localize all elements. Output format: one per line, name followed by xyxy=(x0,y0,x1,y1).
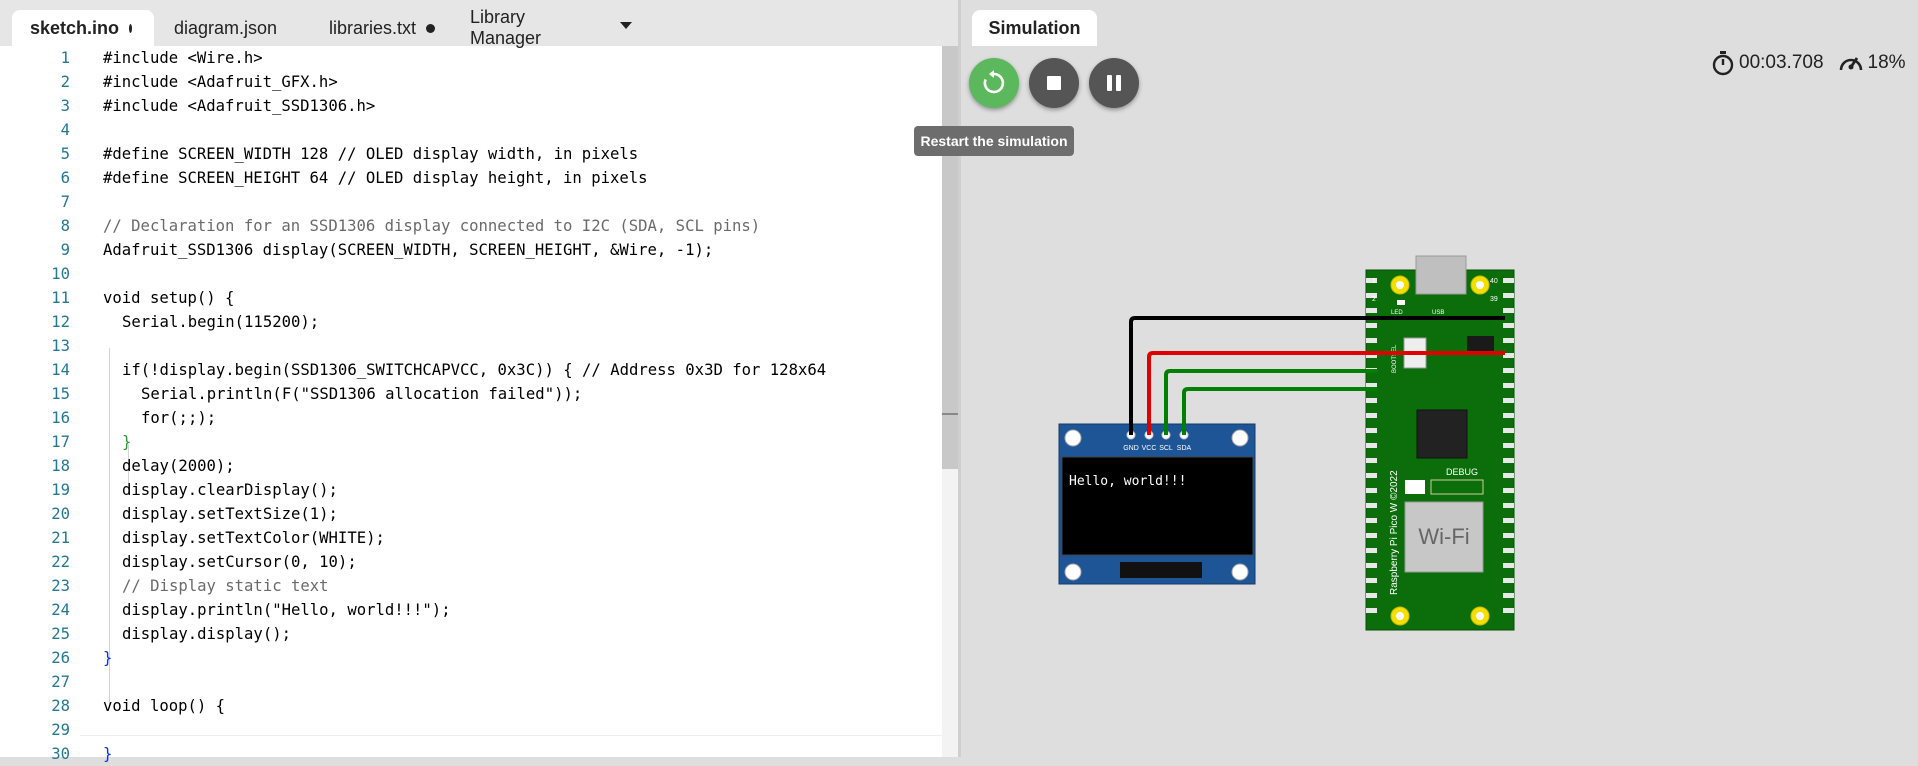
oled-screen-text: Hello, world!!! xyxy=(1069,474,1186,489)
svg-text:1: 1 xyxy=(1372,278,1376,285)
code-line: 1 #include <Wire.h> xyxy=(60,49,263,67)
tab-library-manager[interactable]: Library Manager xyxy=(452,7,612,48)
speedometer-icon xyxy=(1839,57,1862,71)
oled-ribbon xyxy=(1120,562,1202,578)
tab-label: diagram.json xyxy=(174,17,278,38)
code-line: 23// Display static text xyxy=(51,577,329,595)
code-line: 24 display.println("Hello, world!!!"); xyxy=(51,601,451,619)
pane-divider[interactable] xyxy=(958,0,961,757)
code-line: 30} xyxy=(51,745,113,763)
debug-header xyxy=(1405,480,1425,494)
code-line: 13 xyxy=(51,337,70,355)
code-line: 29 xyxy=(51,721,70,739)
tab-simulation[interactable]: Simulation xyxy=(972,10,1097,46)
svg-text:39: 39 xyxy=(1490,296,1498,303)
usb-label: USB xyxy=(1432,310,1444,316)
code-line: 11 void setup() { xyxy=(51,289,235,307)
oled-pin-label: SCL xyxy=(1159,445,1173,452)
editor-scrollbar-thumb[interactable] xyxy=(942,46,958,469)
code-line: 5 #define SCREEN_WIDTH 128 // OLED displa… xyxy=(60,145,639,163)
code-line: 6 #define SCREEN_HEIGHT 64 // OLED displa… xyxy=(60,169,648,187)
code-line: 8// Declaration for an SSD1306 display c… xyxy=(60,217,761,235)
code-line: 14 if(!display.begin(SSD1306_SWITCHCAPVCC… xyxy=(51,361,827,379)
code-line: 18 delay(2000); xyxy=(51,457,235,475)
scrollbar-marker xyxy=(942,413,958,415)
mount-hole xyxy=(1064,563,1082,581)
oled-pin-label: GND xyxy=(1123,445,1139,452)
restart-tooltip: Restart the simulation xyxy=(914,126,1074,156)
tab-libraries-txt[interactable]: libraries.txt xyxy=(311,10,459,46)
pause-icon xyxy=(1107,75,1121,91)
code-line: 15 Serial.println(F("SSD1306 allocation f… xyxy=(51,385,583,403)
usb-port xyxy=(1415,255,1467,295)
stop-button[interactable] xyxy=(1029,58,1079,108)
restart-icon xyxy=(983,70,1005,94)
rp2040-chip xyxy=(1416,409,1468,459)
code-line: 16 for(;;); xyxy=(51,409,217,427)
code-line: 9 Adafruit_SSD1306 display(SCREEN_WIDTH, … xyxy=(60,241,714,259)
led-label: LED xyxy=(1391,310,1403,316)
unsaved-dot-icon xyxy=(129,23,132,33)
code-line: 27 xyxy=(51,673,70,691)
tab-sketch-ino[interactable]: sketch.ino xyxy=(12,10,154,46)
code-line: 19 display.clearDisplay(); xyxy=(51,481,338,499)
code-line: 3 #include <Adafruit_SSD1306.h> xyxy=(60,97,376,115)
current-line-highlight xyxy=(80,735,942,736)
stopwatch-icon xyxy=(1712,51,1734,76)
mount-hole xyxy=(1064,429,1082,447)
code-line: 28 void loop() { xyxy=(51,697,226,715)
code-line: 17} xyxy=(51,433,132,451)
oled-screen xyxy=(1061,456,1254,556)
code-line: 26} xyxy=(51,649,113,667)
svg-text:40: 40 xyxy=(1490,278,1498,285)
tab-label: sketch.ino xyxy=(30,17,120,38)
code-line: 21 display.setTextColor(WHITE); xyxy=(51,529,385,547)
pico-w-board[interactable]: 1 2 39 40 LED USB BOOTSEL DEBUG Wi-Fi Ra… xyxy=(1365,255,1515,631)
code-editor[interactable]: 1 #include <Wire.h> 2 #include <Adafruit_G… xyxy=(0,46,942,763)
simulation-time: 00:03.708 xyxy=(1739,52,1824,73)
oled-pin-label: SDA xyxy=(1177,445,1192,452)
board-label: Raspberry Pi Pico W ©2022 xyxy=(1389,470,1400,595)
stop-icon xyxy=(1047,76,1061,90)
editor-tab-bar: sketch.ino diagram.json libraries.txt Li… xyxy=(0,0,958,48)
unsaved-dot-icon xyxy=(426,23,436,33)
led-indicator xyxy=(1397,300,1405,305)
code-line: 25 display.display(); xyxy=(51,625,291,643)
svg-text:2: 2 xyxy=(1372,296,1376,303)
code-line: 12 Serial.begin(115200); xyxy=(51,313,320,331)
code-line: 2 #include <Adafruit_GFX.h> xyxy=(60,73,338,91)
mount-hole xyxy=(1231,429,1249,447)
wifi-label: Wi-Fi xyxy=(1418,524,1469,549)
oled-display-module[interactable]: GND VCC SCL SDA Hello, world!!! xyxy=(1058,423,1256,585)
code-line: 20 display.setTextSize(1); xyxy=(51,505,338,523)
tab-diagram-json[interactable]: diagram.json xyxy=(156,10,306,46)
speed-percent: 18% xyxy=(1867,52,1906,73)
editor-pane: sketch.ino diagram.json libraries.txt Li… xyxy=(0,0,958,763)
circuit-canvas: GND VCC SCL SDA Hello, world!!! 1 2 39 4… xyxy=(1058,255,1515,631)
simulation-speed: 18% xyxy=(1838,51,1906,75)
tab-label: libraries.txt xyxy=(329,17,417,38)
bootsel-label: BOOTSEL xyxy=(1392,344,1398,373)
chip xyxy=(1478,336,1494,352)
debug-label: DEBUG xyxy=(1446,467,1478,477)
code-line: 10 xyxy=(51,265,70,283)
mount-hole xyxy=(1231,563,1249,581)
code-line: 22 display.setCursor(0, 10); xyxy=(51,553,357,571)
more-tabs-chevron-down-icon[interactable] xyxy=(620,22,632,29)
pause-button[interactable] xyxy=(1089,58,1139,108)
oled-pin-label: VCC xyxy=(1142,445,1157,452)
restart-button[interactable] xyxy=(969,58,1019,108)
code-line: 4 xyxy=(60,121,70,139)
tab-label: Library Manager xyxy=(470,7,542,48)
code-line: 7 xyxy=(60,193,70,211)
simulation-status: 00:03.708 18% xyxy=(1711,50,1906,76)
